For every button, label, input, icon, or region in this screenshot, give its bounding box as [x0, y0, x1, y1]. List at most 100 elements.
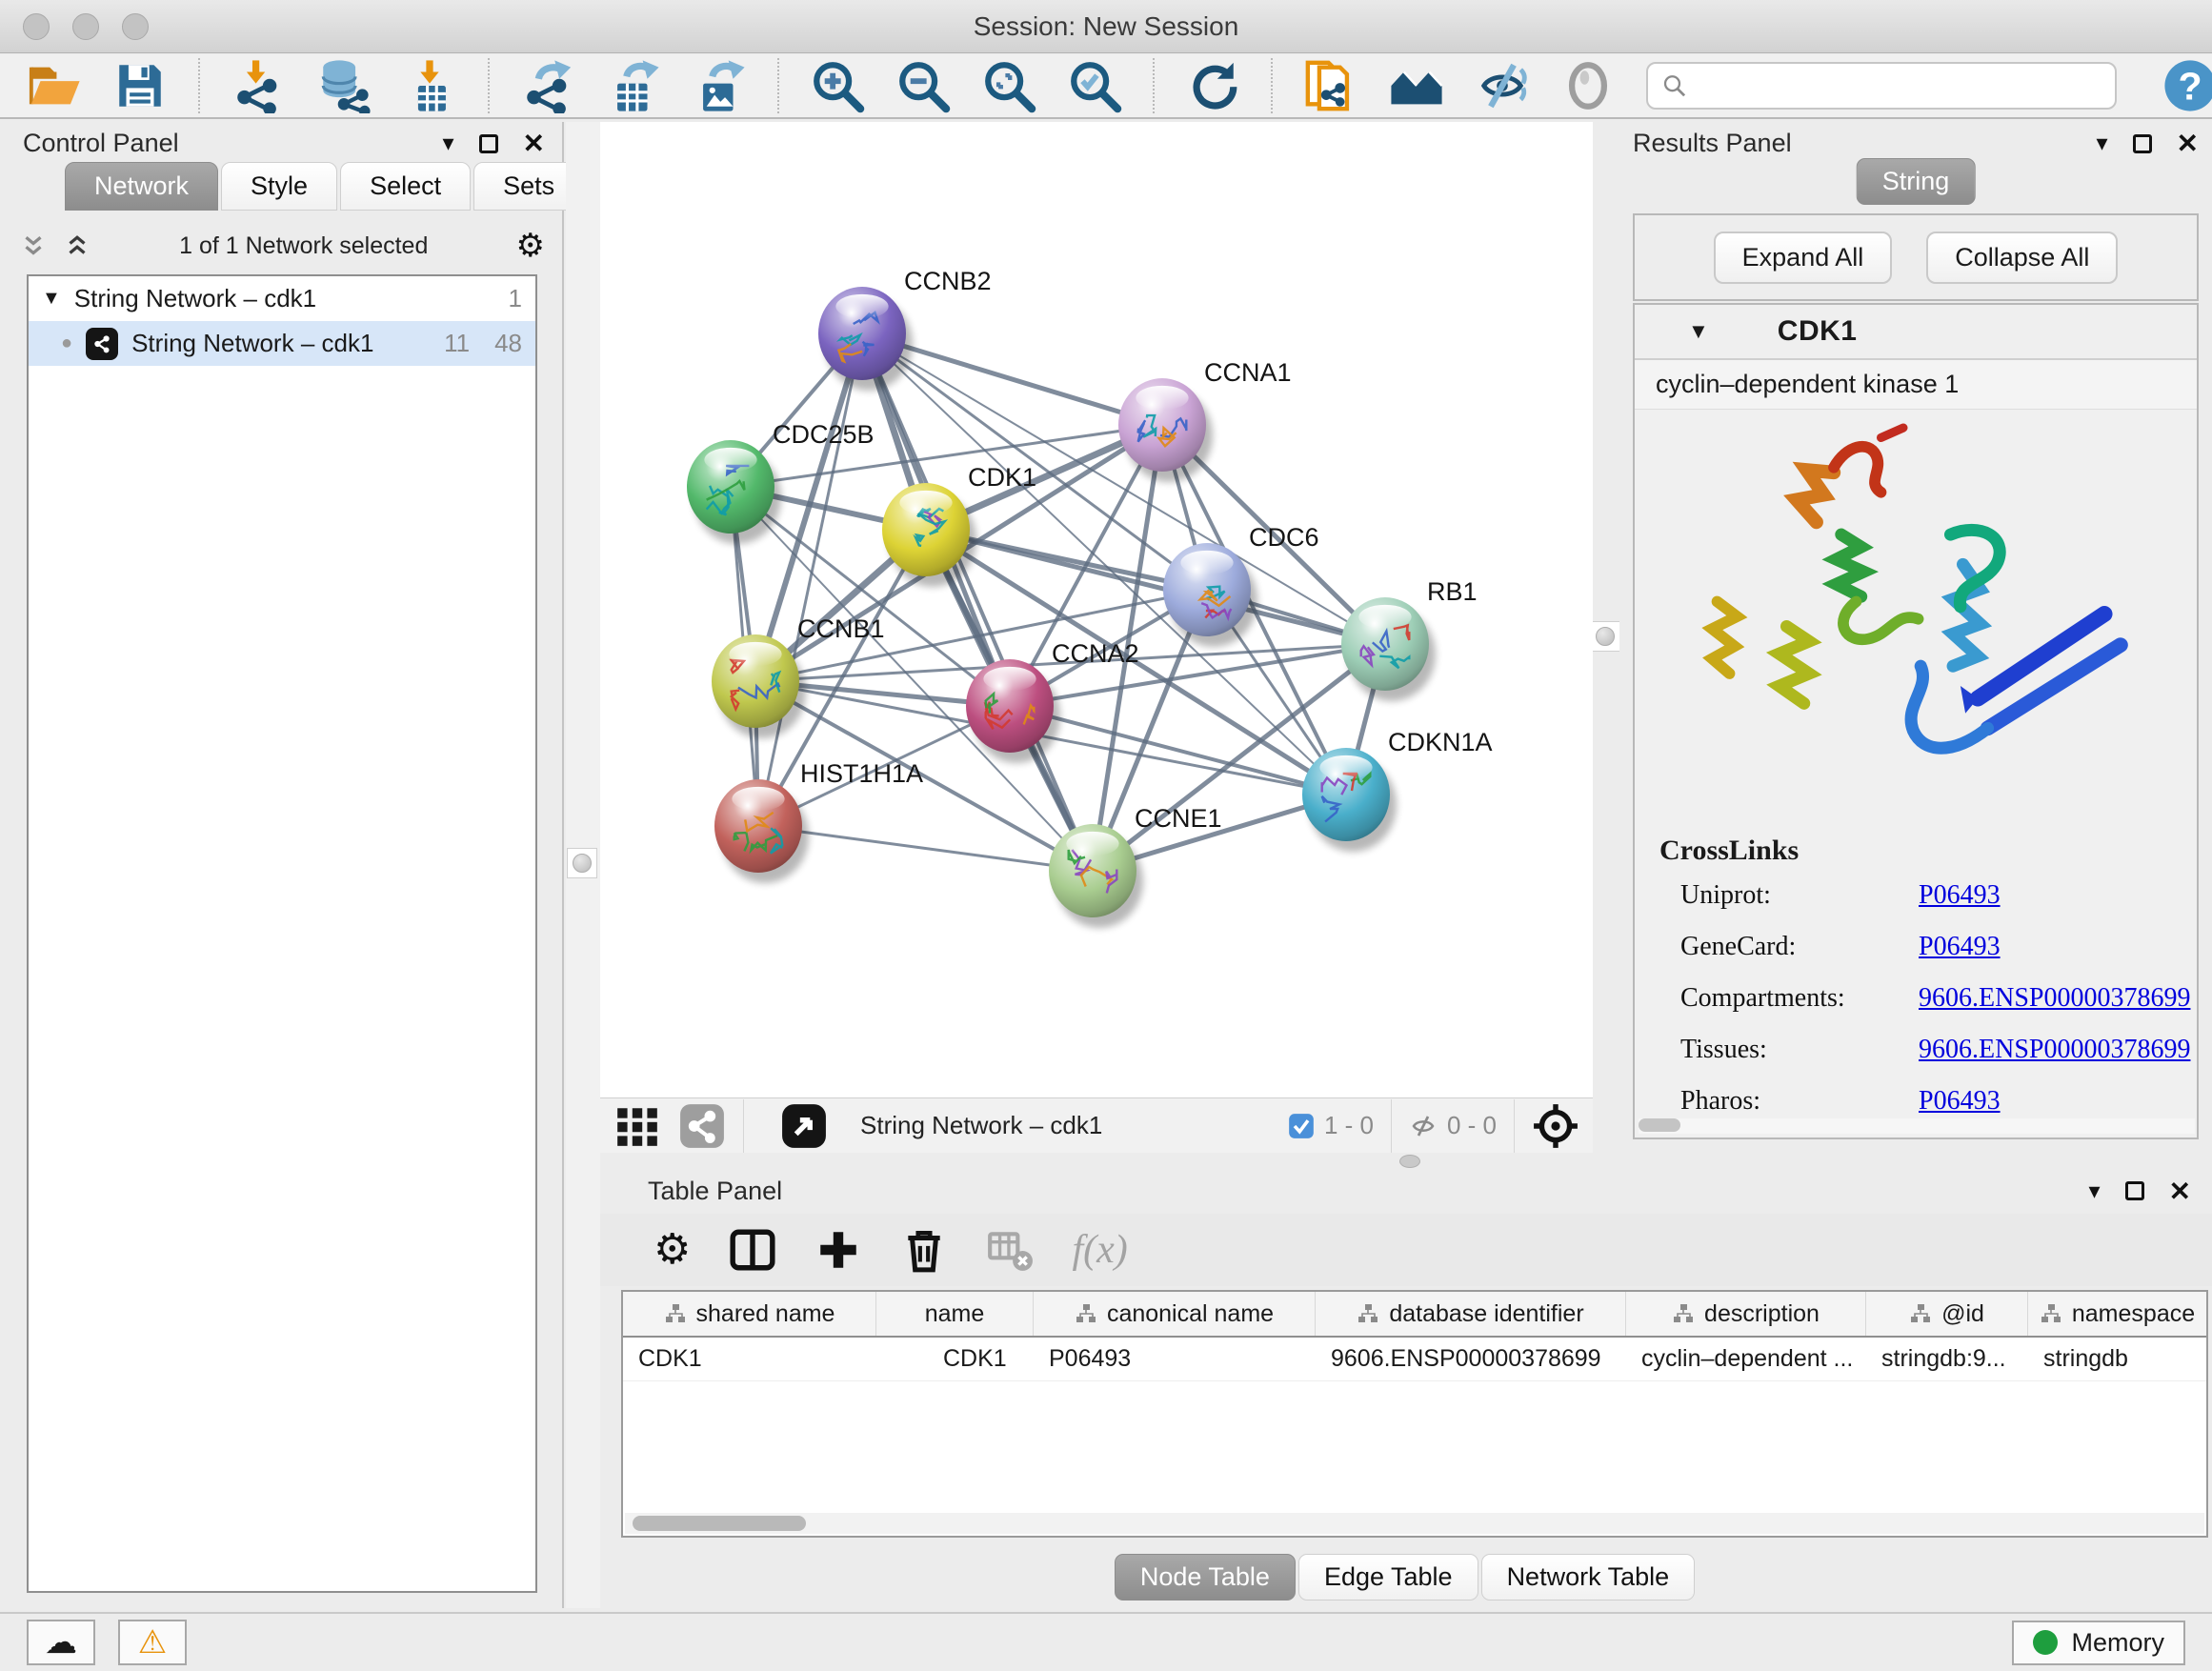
results-horizontal-scrollbar[interactable] — [1639, 1118, 2195, 1134]
title-bar: Session: New Session — [0, 0, 2212, 53]
tissues-link[interactable]: 9606.ENSP00000378699 — [1919, 1035, 2190, 1065]
homes-icon[interactable] — [1389, 58, 1444, 113]
panel-menu-icon[interactable]: ▾ — [2088, 1178, 2100, 1205]
close-window-button[interactable] — [23, 13, 50, 40]
panel-menu-icon[interactable]: ▾ — [2096, 130, 2107, 157]
left-splitter-handle[interactable] — [567, 848, 597, 878]
network-node-HIST1H1A[interactable] — [714, 779, 809, 883]
import-database-icon[interactable] — [316, 58, 372, 113]
save-session-icon[interactable] — [112, 58, 168, 113]
column-header[interactable]: @id — [1866, 1292, 2028, 1336]
collapse-all-icon[interactable] — [19, 232, 48, 260]
search-input[interactable] — [1698, 71, 2101, 101]
float-panel-icon[interactable] — [2125, 1181, 2144, 1200]
network-row-selected[interactable]: ● String Network – cdk1 11 48 — [29, 321, 535, 366]
cloud-button[interactable]: ☁ — [27, 1620, 95, 1665]
open-session-icon[interactable] — [27, 58, 82, 113]
float-panel-icon[interactable] — [2133, 134, 2152, 153]
import-network-icon[interactable] — [231, 58, 286, 113]
network-node-CDK1[interactable] — [882, 483, 976, 587]
node-label-CCNB2: CCNB2 — [904, 267, 992, 295]
left-splitter[interactable] — [566, 122, 600, 1608]
network-view-icon[interactable] — [678, 1102, 726, 1150]
column-header[interactable]: database identifier — [1316, 1292, 1626, 1336]
right-splitter-handle[interactable] — [1590, 621, 1620, 652]
column-header[interactable]: description — [1626, 1292, 1866, 1336]
import-table-icon[interactable] — [402, 58, 457, 113]
zoom-out-icon[interactable] — [895, 58, 951, 113]
column-header[interactable]: canonical name — [1034, 1292, 1316, 1336]
refresh-icon[interactable] — [1185, 58, 1240, 113]
zoom-selected-icon[interactable] — [1067, 58, 1122, 113]
node-label-CCNA2: CCNA2 — [1052, 639, 1139, 668]
gene-header-row[interactable]: ▼ CDK1 — [1635, 305, 2197, 360]
network-graph[interactable]: CCNB2CCNA1CDC25BCDK1CDC6RB1CCNB1CCNA2CDK… — [600, 122, 1593, 1097]
network-node-CDC6[interactable] — [1163, 543, 1257, 647]
window-controls[interactable] — [23, 13, 149, 40]
warnings-button[interactable]: ⚠ — [118, 1620, 187, 1665]
grid-view-icon[interactable] — [613, 1102, 661, 1150]
network-edge-CCNB2-CCNE1[interactable] — [862, 333, 1093, 871]
tab-string[interactable]: String — [1857, 158, 1976, 205]
pharos-link[interactable]: P06493 — [1919, 1086, 2001, 1117]
compartments-link[interactable]: 9606.ENSP00000378699 — [1919, 983, 2190, 1014]
selected-counts: 1 - 0 — [1288, 1111, 1374, 1140]
hide-graphics-details-icon[interactable] — [1475, 58, 1530, 113]
minimize-window-button[interactable] — [72, 13, 99, 40]
collapse-all-button[interactable]: Collapse All — [1926, 232, 2118, 284]
memory-button[interactable]: Memory — [2012, 1621, 2185, 1665]
table-options-gear-icon[interactable]: ⚙ — [654, 1229, 691, 1271]
tab-select[interactable]: Select — [340, 162, 471, 211]
document-share-icon[interactable] — [1303, 58, 1358, 113]
genecard-link[interactable]: P06493 — [1919, 932, 2001, 962]
search-box[interactable] — [1646, 62, 2117, 110]
export-network-icon[interactable] — [520, 58, 575, 113]
uniprot-link[interactable]: P06493 — [1919, 880, 2001, 911]
maximize-window-button[interactable] — [122, 13, 149, 40]
delete-column-icon[interactable] — [900, 1226, 948, 1274]
tab-network[interactable]: Network — [65, 162, 218, 211]
network-node-CCNB2[interactable] — [818, 287, 913, 391]
toolbar-divider — [1271, 58, 1273, 113]
add-column-icon[interactable] — [814, 1226, 862, 1274]
close-panel-icon[interactable]: ✕ — [523, 128, 545, 159]
column-header[interactable]: shared name — [623, 1292, 876, 1336]
network-canvas[interactable]: CCNB2CCNA1CDC25BCDK1CDC6RB1CCNB1CCNA2CDK… — [600, 122, 1593, 1097]
right-splitter[interactable] — [1593, 122, 1619, 1170]
panel-menu-icon[interactable]: ▾ — [442, 130, 453, 157]
export-image-icon[interactable] — [692, 58, 747, 113]
collapse-triangle-icon[interactable]: ▼ — [42, 288, 61, 310]
table-row[interactable]: CDK1 CDK1 P06493 9606.ENSP00000378699 cy… — [623, 1338, 2206, 1381]
expand-all-button[interactable]: Expand All — [1714, 232, 1893, 284]
tab-network-table[interactable]: Network Table — [1481, 1554, 1696, 1601]
tab-edge-table[interactable]: Edge Table — [1298, 1554, 1478, 1601]
navigator-icon[interactable] — [780, 1102, 828, 1150]
network-node-RB1[interactable] — [1341, 597, 1436, 701]
close-panel-icon[interactable]: ✕ — [2177, 128, 2199, 159]
network-node-CCNA2[interactable] — [966, 659, 1060, 763]
collapse-triangle-icon[interactable]: ▼ — [1688, 319, 1709, 344]
tab-node-table[interactable]: Node Table — [1115, 1554, 1296, 1601]
table-horizontal-scrollbar[interactable] — [625, 1513, 2204, 1534]
network-node-CCNA1[interactable] — [1118, 378, 1213, 482]
column-header[interactable]: namespace — [2028, 1292, 2206, 1336]
network-node-CDKN1A[interactable] — [1302, 748, 1397, 852]
footer-divider — [1391, 1099, 1392, 1153]
fit-content-icon[interactable] — [1532, 1102, 1579, 1150]
zoom-in-icon[interactable] — [810, 58, 865, 113]
help-icon[interactable]: ? — [2162, 58, 2212, 113]
column-header[interactable]: name — [876, 1292, 1034, 1336]
network-options-gear-icon[interactable]: ⚙ — [516, 230, 545, 262]
network-node-CDC25B[interactable] — [687, 440, 781, 544]
tab-style[interactable]: Style — [221, 162, 337, 211]
eye-icon[interactable] — [1560, 58, 1616, 113]
zoom-fit-icon[interactable] — [981, 58, 1036, 113]
close-panel-icon[interactable]: ✕ — [2169, 1176, 2191, 1207]
show-columns-icon[interactable] — [729, 1226, 776, 1274]
float-panel-icon[interactable] — [479, 134, 498, 153]
export-table-icon[interactable] — [606, 58, 661, 113]
network-collection-row[interactable]: ▼ String Network – cdk1 1 — [29, 276, 535, 321]
expand-all-icon[interactable] — [63, 232, 91, 260]
horizontal-splitter-handle[interactable] — [1399, 1155, 1420, 1168]
network-edge-CCNB2-HIST1H1A[interactable] — [758, 333, 862, 826]
